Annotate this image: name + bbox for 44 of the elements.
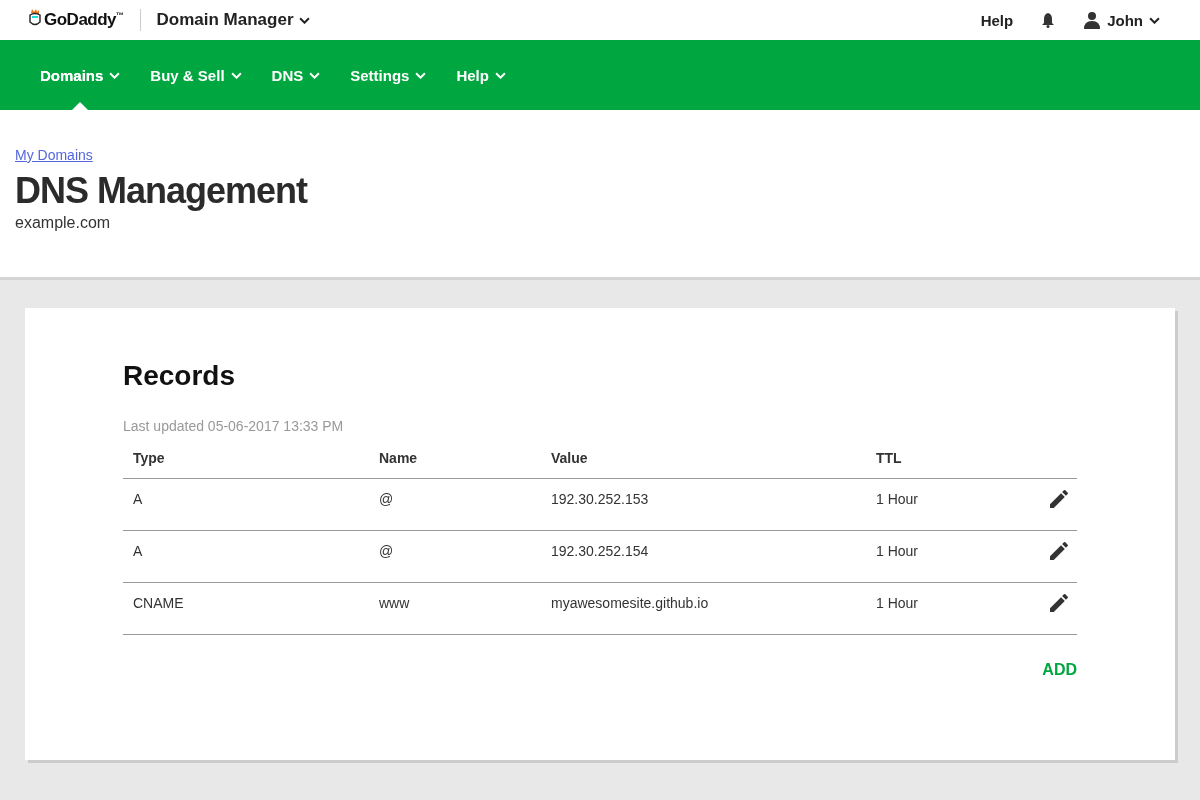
user-icon [1083,11,1102,29]
table-cell: 1 Hour [876,491,919,507]
user-menu-button[interactable]: John [1083,11,1160,29]
app-menu-button[interactable]: Domain Manager [156,10,310,30]
section-title: Records [123,360,237,392]
table-cell: 1 Hour [876,595,919,611]
chevron-down-icon [109,71,121,79]
page-title: DNS Management [15,170,309,212]
table-cell: 1 Hour [876,543,919,559]
table-cell: A [133,491,143,507]
table-cell: @ [379,543,394,559]
chevron-down-icon [494,71,506,79]
chevron-down-icon [230,71,242,79]
table-cell: 192.30.252.154 [551,543,649,559]
chevron-down-icon [1149,16,1160,24]
edit-pencil-icon[interactable] [1047,539,1071,563]
logo[interactable]: GoDaddy$^{™}$ [44,10,124,30]
nav-tab[interactable]: Settings [350,40,427,110]
nav-tab[interactable]: Buy & Sell [150,40,242,110]
add-button[interactable]: ADD [1042,661,1077,679]
table-cell: CNAME [133,595,184,611]
table-cell: 192.30.252.153 [551,491,649,507]
column-header: TTL [866,450,1000,479]
table-cell: A [133,543,143,559]
nav-tab[interactable]: Help [456,40,506,110]
edit-pencil-icon[interactable] [1047,487,1071,511]
mascot-icon [28,9,42,27]
column-header: Name [369,450,541,479]
notification-bell-icon[interactable] [1041,12,1056,28]
table-cell: @ [379,491,394,507]
chevron-down-icon [298,16,310,24]
help-link[interactable]: Help [980,11,1014,29]
column-header: Value [541,450,866,479]
table-cell: www [379,595,410,611]
nav-tab[interactable]: Domains [40,40,121,110]
domain-name: example.com [15,214,112,232]
nav-tab[interactable]: DNS [271,40,321,110]
breadcrumb-link[interactable]: My Domains [15,147,93,163]
last-updated-text: Last updated 05-06-2017 13:33 PM [123,418,345,434]
edit-pencil-icon[interactable] [1047,591,1071,615]
column-header: Type [123,450,369,479]
chevron-down-icon [415,71,427,79]
table-cell: myawesomesite.github.io [551,595,709,611]
chevron-down-icon [309,71,321,79]
